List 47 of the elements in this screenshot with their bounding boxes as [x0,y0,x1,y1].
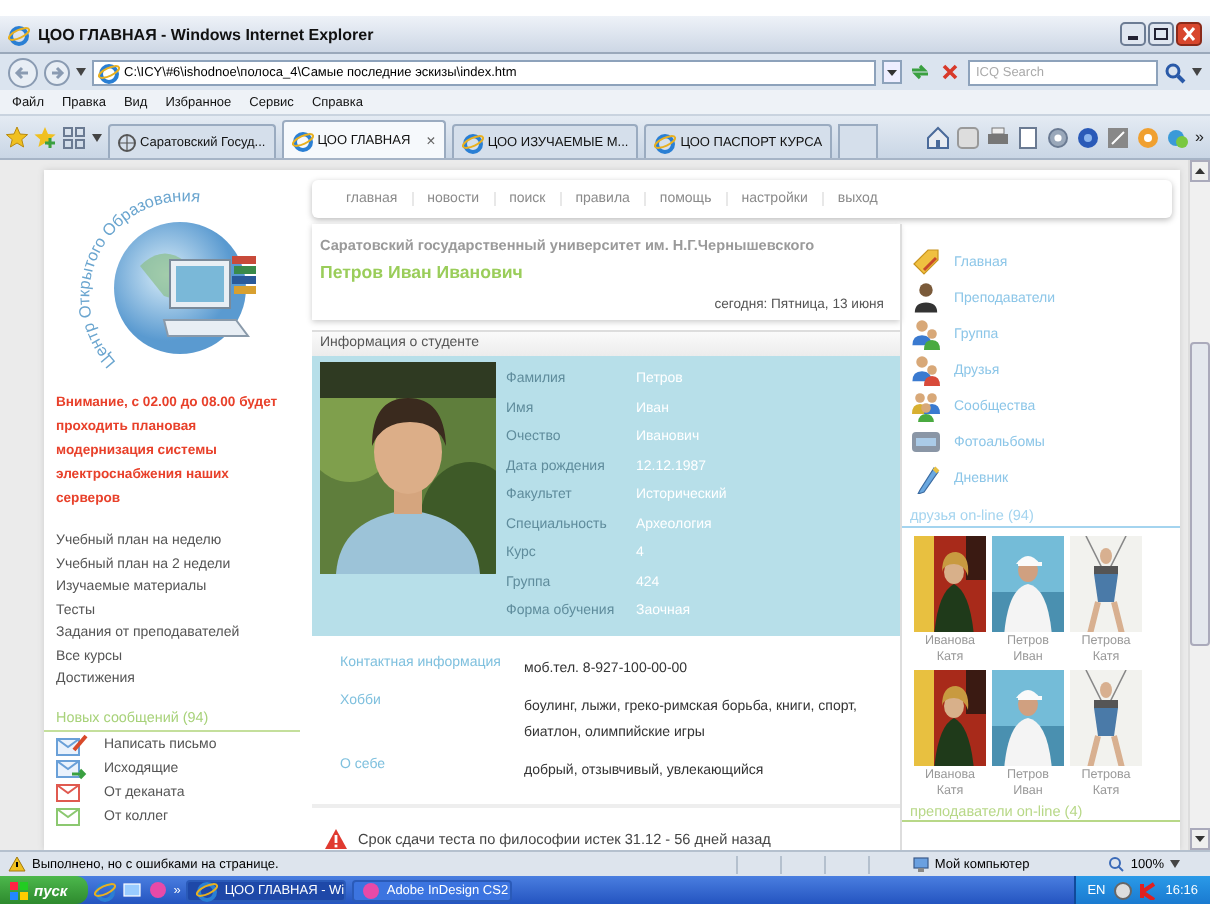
scrollbar-thumb[interactable] [1190,342,1210,646]
app-icon [362,881,381,899]
computer-icon [912,855,931,873]
maximize-button[interactable] [1148,22,1174,46]
back-button[interactable] [8,57,38,87]
window-title: ЦОО ГЛАВНАЯ - Windows Internet Explorer [38,25,376,43]
more-tools-button[interactable]: » [1195,128,1204,146]
dropdown-button[interactable] [882,60,902,84]
page-icon [461,131,484,153]
favorites-star-icon[interactable] [6,126,28,148]
album-icon [910,426,942,458]
minimize-button[interactable] [1120,22,1146,46]
zoom-icon[interactable] [1108,856,1125,872]
group-icon [910,390,942,422]
settings-icon[interactable] [1045,125,1070,149]
page-icon [98,61,120,83]
quick-tabs-icon[interactable] [62,125,86,149]
envelope-arrow-icon [56,757,88,779]
page-icon [291,129,314,151]
caret-icon[interactable] [92,133,102,141]
people-icon [910,318,942,350]
scroll-up-button[interactable] [1190,160,1210,182]
person-icon [910,282,942,314]
caret-icon[interactable] [1170,860,1180,868]
close-button[interactable] [1176,22,1202,46]
page-icon[interactable] [1015,125,1040,149]
tag-icon [910,246,942,278]
search-icon[interactable] [1164,61,1186,83]
caret-icon[interactable] [76,68,86,76]
browser-logo-icon [8,23,30,45]
windows-logo-icon [10,881,28,899]
warning-icon [8,856,26,872]
page-icon [654,131,677,153]
caret-icon[interactable] [1192,68,1202,76]
desktop-icon[interactable] [121,880,142,900]
people-icon [910,354,942,386]
browser-launch-icon[interactable] [93,879,116,901]
user-name: Петров Иван Иванович [320,262,525,282]
close-tab-button[interactable]: × [426,131,436,149]
envelope-pencil-icon [56,733,88,755]
browser-logo-icon [196,879,219,901]
home-icon[interactable] [925,125,950,149]
printer-icon[interactable] [985,125,1010,149]
globe-icon [118,133,136,151]
stop-icon[interactable] [938,60,962,84]
scroll-down-button[interactable] [1190,828,1210,850]
add-favorites-icon[interactable] [34,126,56,148]
